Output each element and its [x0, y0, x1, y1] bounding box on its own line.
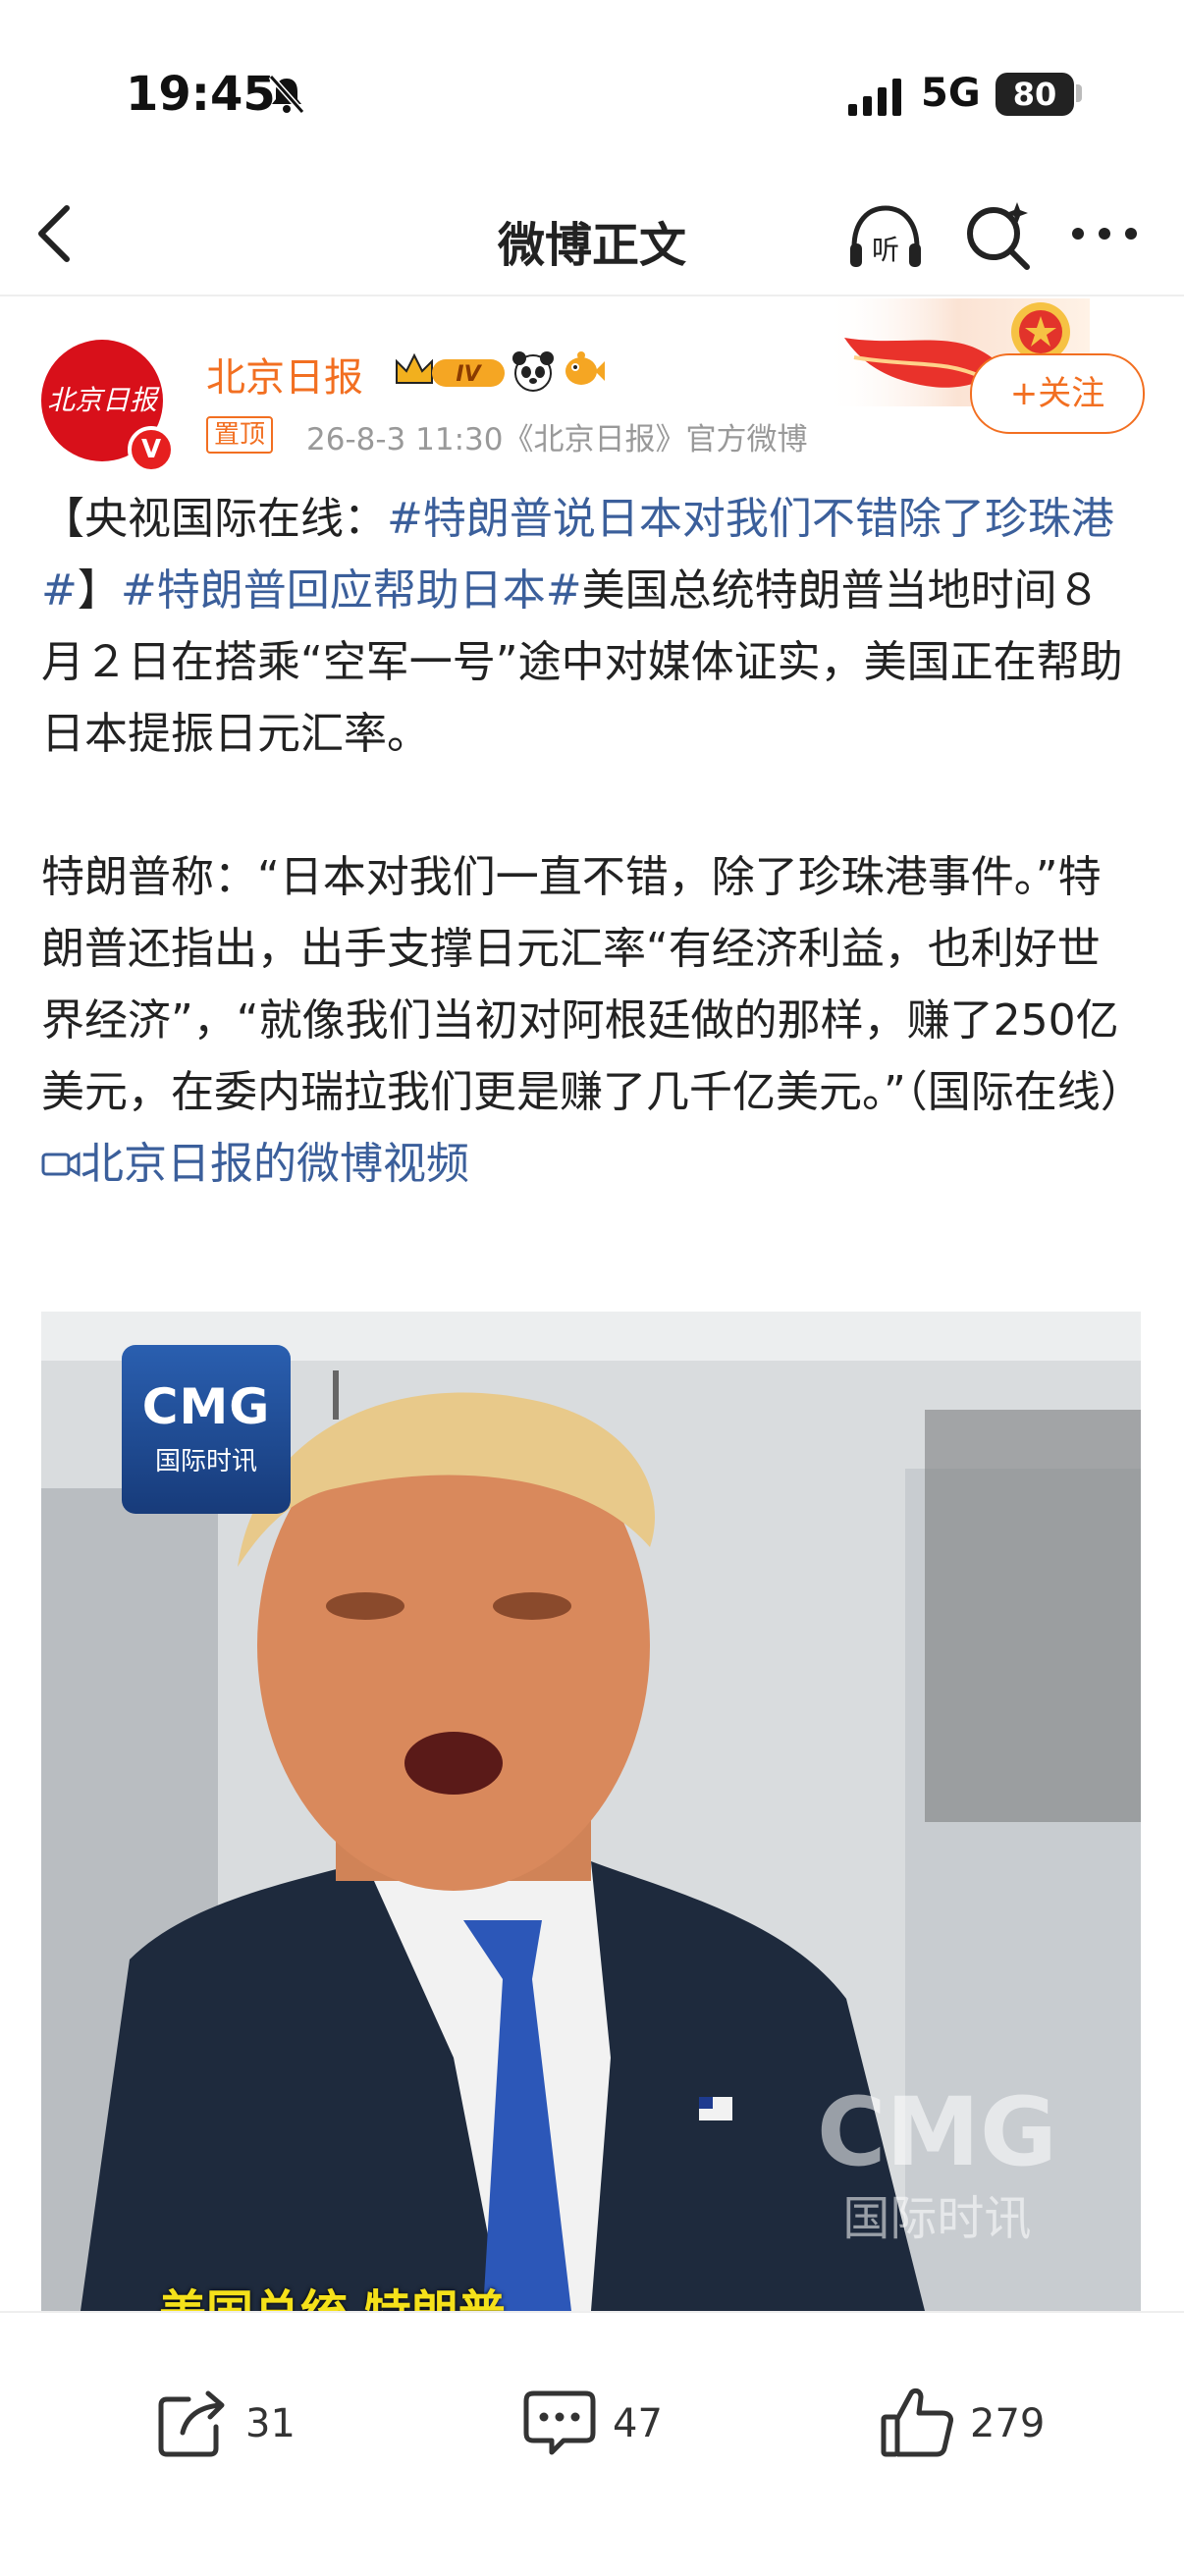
like-count: 279 — [970, 2401, 1046, 2446]
status-bar: 19:45 5G 80 — [0, 0, 1184, 187]
watermark-text: CMG — [817, 2077, 1057, 2187]
level-badge-label: IV — [456, 362, 482, 387]
comment-icon — [523, 2390, 596, 2455]
search-icon[interactable] — [960, 198, 1035, 273]
comment-count: 47 — [613, 2401, 663, 2446]
cmg-logo: CMG 国际时讯 — [122, 1345, 291, 1514]
body-text: 】 — [77, 565, 121, 616]
hashtag-link[interactable]: #特朗普回应帮助日本# — [121, 565, 582, 616]
like-button[interactable]: 279 — [878, 2384, 1064, 2466]
panda-icon — [512, 351, 554, 392]
video-camera-icon — [41, 1152, 81, 1177]
body-text: 【央视国际在线： — [41, 494, 387, 544]
post-meta: 26-8-3 11:30《北京日报》官方微博 — [306, 422, 808, 457]
pinned-badge: 置顶 — [206, 416, 274, 454]
post-body: 【央视国际在线：#特朗普说日本对我们不错除了珍珠港#】#特朗普回应帮助日本#美国… — [41, 483, 1144, 1200]
repost-count: 31 — [245, 2401, 296, 2446]
status-time: 19:45 — [126, 67, 276, 122]
video-link-label: 北京日报的微博视频 — [81, 1139, 469, 1189]
network-type: 5G — [921, 71, 981, 116]
listen-icon[interactable]: 听 — [844, 196, 927, 279]
post-paragraph: 【央视国际在线：#特朗普说日本对我们不错除了珍珠港#】#特朗普回应帮助日本#美国… — [41, 483, 1143, 770]
video-link[interactable]: 北京日报的微博视频 — [41, 1139, 469, 1189]
share-icon — [158, 2390, 225, 2457]
author-name[interactable]: 北京日报 — [206, 346, 363, 402]
action-bar: 31 47 279 — [0, 2311, 1184, 2576]
body-text: 特朗普称：“日本对我们一直不错，除了珍珠港事件。”特朗普还指出，出手支撑日元汇率… — [41, 852, 1144, 1117]
nav-bar: 微博正文 听 — [0, 177, 1184, 296]
battery-icon: 80 — [996, 73, 1074, 116]
cmg-logo-subtext: 国际时讯 — [154, 1447, 257, 1476]
fish-icon — [565, 351, 605, 385]
cellular-signal-icon — [848, 79, 901, 116]
video-subtitle: 美国总统 特朗普 — [159, 2274, 506, 2311]
thumbs-up-icon — [881, 2388, 953, 2457]
verified-badge: V — [128, 426, 175, 473]
cmg-watermark: CMG 国际时讯 — [817, 2085, 1057, 2248]
post-paragraph: 特朗普称：“日本对我们一直不错，除了珍珠港事件。”特朗普还指出，出手支撑日元汇率… — [41, 841, 1144, 1200]
video-player[interactable]: CMG 国际时讯 CMG 国际时讯 美国总统 特朗普 — [41, 1312, 1141, 2311]
cmg-logo-text: CMG — [141, 1378, 271, 1435]
vip-level-badge[interactable]: IV — [393, 349, 511, 393]
battery-tip — [1076, 84, 1082, 102]
comment-button[interactable]: 47 — [520, 2384, 697, 2466]
watermark-subtext: 国际时讯 — [842, 2191, 1032, 2246]
more-options-icon[interactable] — [1070, 224, 1139, 243]
svg-text:听: 听 — [872, 234, 899, 266]
follow-button[interactable]: +关注 — [970, 353, 1145, 434]
repost-button[interactable]: 31 — [153, 2384, 330, 2466]
bell-muted-icon — [268, 75, 305, 114]
